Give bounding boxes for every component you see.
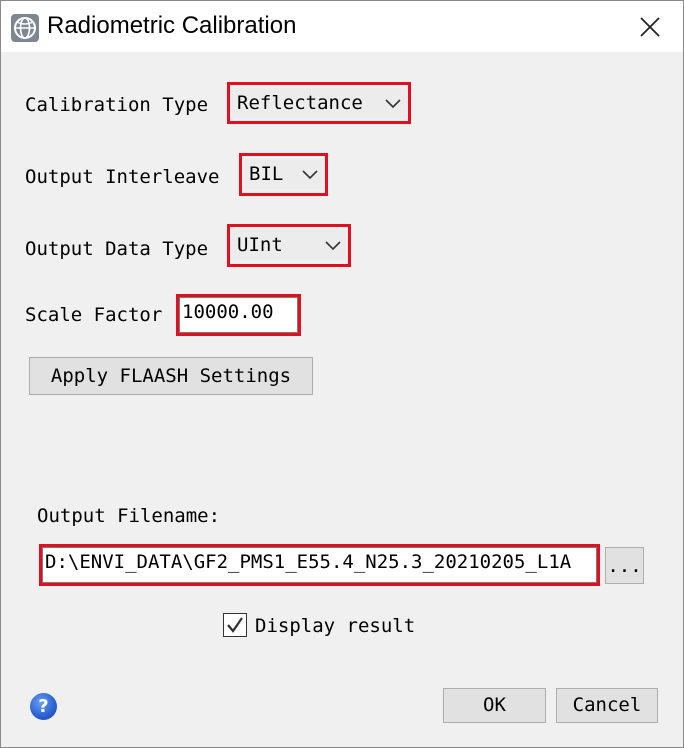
display-result-checkbox[interactable]: [223, 613, 247, 637]
chevron-down-icon: [325, 241, 341, 251]
envi-globe-icon: [11, 14, 39, 42]
calibration-type-label: Calibration Type: [25, 94, 209, 116]
output-interleave-value: BIL: [249, 163, 284, 185]
chevron-down-icon: [385, 99, 401, 109]
output-data-type-label: Output Data Type: [25, 238, 209, 260]
help-icon[interactable]: ?: [30, 693, 57, 720]
calibration-type-value: Reflectance: [237, 92, 363, 114]
close-button[interactable]: [627, 7, 673, 47]
apply-flaash-settings-button[interactable]: Apply FLAASH Settings: [29, 357, 313, 395]
output-filename-label: Output Filename:: [37, 505, 221, 527]
cancel-button[interactable]: Cancel: [556, 688, 658, 723]
scale-factor-input[interactable]: 10000.00: [179, 297, 298, 333]
output-filename-value: D:\ENVI_DATA\GF2_PMS1_E55.4_N25.3_202102…: [45, 551, 572, 573]
ok-button[interactable]: OK: [443, 688, 546, 723]
title-bar: Radiometric Calibration: [1, 1, 683, 52]
chevron-down-icon: [302, 170, 318, 180]
close-icon: [640, 17, 660, 37]
output-interleave-label: Output Interleave: [25, 166, 220, 188]
display-result-label: Display result: [255, 615, 416, 637]
scale-factor-label: Scale Factor: [25, 304, 163, 326]
radiometric-calibration-dialog: Radiometric Calibration Calibration Type…: [0, 0, 684, 748]
browse-button[interactable]: ...: [605, 547, 644, 584]
dialog-title: Radiometric Calibration: [47, 12, 297, 39]
output-filename-input[interactable]: D:\ENVI_DATA\GF2_PMS1_E55.4_N25.3_202102…: [42, 547, 597, 583]
output-data-type-value: UInt: [237, 234, 283, 256]
output-interleave-select[interactable]: BIL: [243, 159, 324, 189]
output-data-type-select[interactable]: UInt: [231, 230, 347, 260]
calibration-type-select[interactable]: Reflectance: [231, 88, 407, 118]
checkmark-icon: [227, 617, 243, 633]
scale-factor-value: 10000.00: [182, 301, 274, 323]
